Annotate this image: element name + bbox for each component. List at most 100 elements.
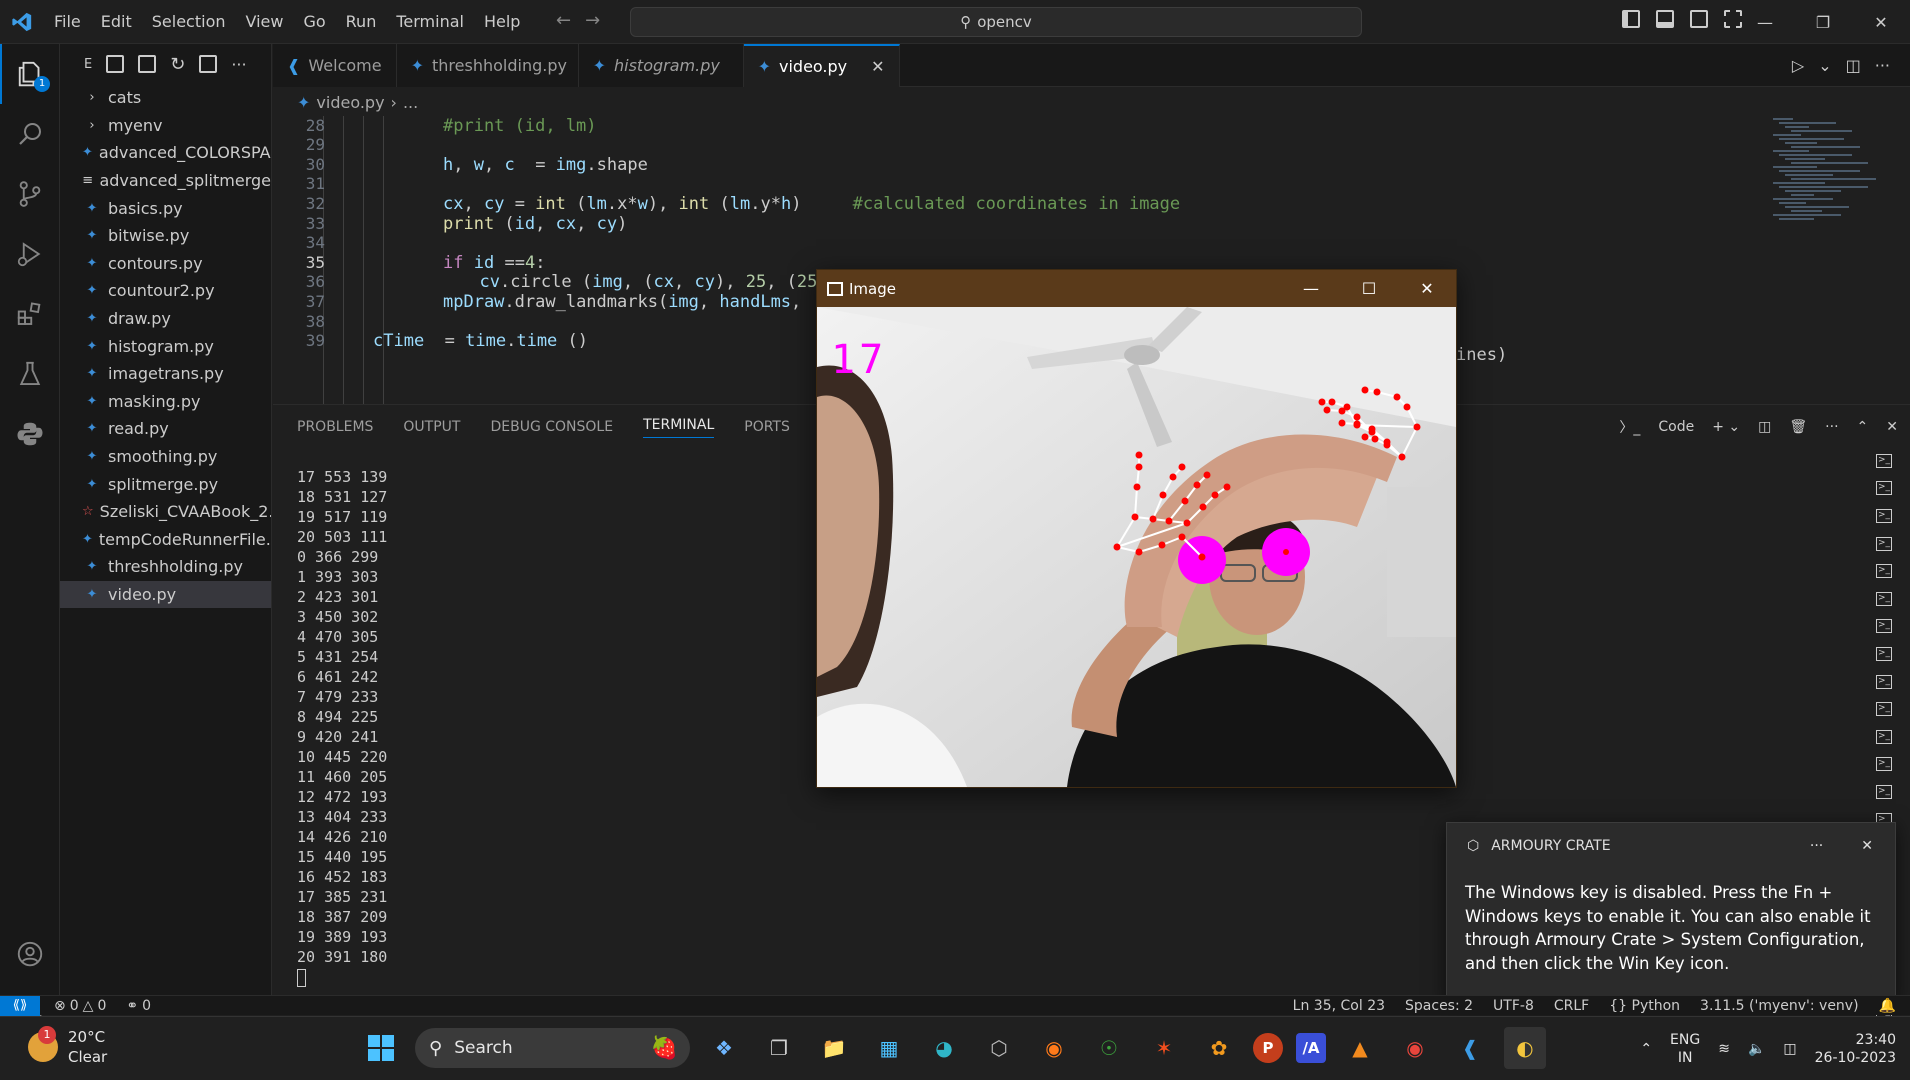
windows-start-icon[interactable] — [360, 1027, 402, 1069]
terminal-instance-icon[interactable]: >_ — [1872, 502, 1896, 530]
search-icon[interactable] — [0, 104, 60, 164]
tree-item[interactable]: ✦ smoothing.py — [60, 443, 271, 471]
tree-item[interactable]: ☆ Szeliski_CVAABook_2... — [60, 498, 271, 526]
more-actions-icon[interactable]: ··· — [231, 55, 246, 74]
trash-icon[interactable]: 🗑 — [1789, 419, 1807, 435]
panel-tab-terminal[interactable]: TERMINAL — [643, 417, 715, 438]
toggle-sidebar-icon[interactable] — [1622, 10, 1640, 28]
terminal-instance-icon[interactable]: >_ — [1872, 530, 1896, 558]
terminal-prompt[interactable] — [297, 967, 387, 987]
tree-item[interactable]: ✦ bitwise.py — [60, 222, 271, 250]
figma-icon[interactable]: ✶ — [1143, 1027, 1185, 1069]
panel-tab-ports[interactable]: PORTS — [744, 419, 790, 435]
terminal-profile-label[interactable]: Code — [1658, 419, 1694, 435]
tree-item[interactable]: ✦ imagetrans.py — [60, 360, 271, 388]
edge-browser-icon[interactable]: ◕ — [923, 1027, 965, 1069]
chevron-up-icon[interactable]: ⌃ — [1640, 1041, 1652, 1057]
ai-app-icon[interactable]: /A — [1296, 1033, 1326, 1063]
testing-flask-icon[interactable] — [0, 344, 60, 404]
vlc-icon[interactable]: ▲ — [1339, 1027, 1381, 1069]
language-mode[interactable]: {} Python — [1609, 998, 1680, 1014]
tree-item[interactable]: ✦ read.py — [60, 415, 271, 443]
end-of-line[interactable]: CRLF — [1554, 998, 1589, 1014]
file-explorer-icon[interactable]: 📁 — [813, 1027, 855, 1069]
powerpoint-icon[interactable]: P — [1253, 1033, 1283, 1063]
tree-item[interactable]: ✦ splitmerge.py — [60, 470, 271, 498]
language-indicator[interactable]: ENG IN — [1670, 1031, 1700, 1067]
close-tab-icon[interactable]: ✕ — [871, 57, 884, 76]
maximize-button[interactable]: ☐ — [1340, 270, 1398, 307]
minimize-button[interactable]: — — [1736, 0, 1794, 44]
refresh-icon[interactable]: ↻ — [170, 54, 185, 75]
terminal-instance-icon[interactable]: >_ — [1872, 723, 1896, 751]
menu-help[interactable]: Help — [474, 0, 530, 44]
cursor-position[interactable]: Ln 35, Col 23 — [1293, 998, 1385, 1014]
menu-file[interactable]: File — [44, 0, 91, 44]
command-center-search[interactable]: ⚲ opencv — [630, 7, 1362, 37]
tree-item[interactable]: ✦ threshholding.py — [60, 553, 271, 581]
collapse-all-icon[interactable] — [199, 55, 218, 73]
python-interpreter[interactable]: 3.11.5 ('myenv': venv) — [1700, 998, 1859, 1014]
indentation[interactable]: Spaces: 2 — [1405, 998, 1473, 1014]
terminal-instance-icon[interactable]: >_ — [1872, 475, 1896, 503]
terminal-instance-icon[interactable]: >_ — [1872, 557, 1896, 585]
menu-selection[interactable]: Selection — [142, 0, 236, 44]
tab-welcome[interactable]: ❰ Welcome — [273, 44, 397, 87]
microsoft-store-icon[interactable]: ▦ — [868, 1027, 910, 1069]
maximize-panel-icon[interactable]: ⌃ — [1857, 419, 1869, 435]
split-editor-icon[interactable]: ◫ — [1846, 56, 1861, 75]
terminal-instance-icon[interactable]: >_ — [1872, 695, 1896, 723]
new-folder-icon[interactable] — [138, 55, 157, 73]
tab-video[interactable]: ✦ video.py ✕ — [743, 44, 900, 87]
more-actions-icon[interactable]: ··· — [1875, 56, 1890, 75]
new-terminal-icon[interactable]: + ⌄ — [1712, 419, 1740, 435]
panel-tab-output[interactable]: OUTPUT — [403, 419, 460, 435]
terminal-instance-icon[interactable]: >_ — [1872, 613, 1896, 641]
breadcrumb-symbol[interactable]: ... — [403, 93, 418, 112]
terminal-instance-icon[interactable]: >_ — [1872, 668, 1896, 696]
terminal-output[interactable]: 17 553 139 18 531 127 19 517 119 20 503 111… — [297, 467, 387, 987]
remote-indicator-icon[interactable]: ⟪⟫ — [0, 995, 40, 1016]
menu-view[interactable]: View — [236, 0, 294, 44]
tree-item[interactable]: ✦ basics.py — [60, 194, 271, 222]
armoury-crate-notification[interactable]: ⬡ ARMOURY CRATE ··· ✕ The Windows key is… — [1446, 822, 1896, 1003]
restore-button[interactable]: ❐ — [1794, 0, 1852, 44]
xbox-icon[interactable]: ☉ — [1088, 1027, 1130, 1069]
python-taskbar-icon[interactable]: ◐ — [1504, 1027, 1546, 1069]
terminal-instance-icon[interactable]: >_ — [1872, 640, 1896, 668]
copilot-icon[interactable]: ❖ — [703, 1027, 745, 1069]
tree-item[interactable]: ✦ tempCodeRunnerFile.... — [60, 526, 271, 554]
minimap[interactable] — [1773, 116, 1876, 404]
close-panel-icon[interactable]: ✕ — [1886, 419, 1898, 435]
explorer-icon[interactable]: 1 — [0, 44, 60, 104]
vscode-taskbar-icon[interactable]: ❰ — [1449, 1027, 1491, 1069]
python-icon[interactable] — [0, 404, 60, 464]
battery-icon[interactable]: ◫ — [1783, 1041, 1796, 1057]
terminal-instance-icon[interactable]: >_ — [1872, 751, 1896, 779]
tab-threshholding[interactable]: ✦ threshholding.py — [396, 44, 579, 87]
taskbar-search[interactable]: ⚲ Search 🍓 — [415, 1028, 690, 1068]
problems-indicator[interactable]: ⊗ 0 △ 0 — [54, 998, 106, 1014]
panel-tab-problems[interactable]: PROBLEMS — [297, 419, 373, 435]
panel-tab-debug-console[interactable]: DEBUG CONSOLE — [490, 419, 613, 435]
encoding[interactable]: UTF-8 — [1493, 998, 1534, 1014]
back-arrow-icon[interactable]: ← — [556, 10, 585, 31]
toggle-panel-icon[interactable] — [1656, 10, 1674, 28]
more-actions-icon[interactable]: ··· — [1825, 419, 1838, 435]
terminal-instance-icon[interactable]: >_ — [1872, 585, 1896, 613]
tree-item[interactable]: ✦ draw.py — [60, 305, 271, 333]
tree-item[interactable]: ✦ video.py — [60, 580, 271, 609]
forward-arrow-icon[interactable]: → — [585, 10, 614, 31]
volume-icon[interactable]: 🔈 — [1748, 1041, 1765, 1057]
new-file-icon[interactable] — [106, 55, 125, 73]
tree-item[interactable]: ✦ masking.py — [60, 388, 271, 416]
extensions-icon[interactable] — [0, 284, 60, 344]
tree-item[interactable]: ✦ contours.py — [60, 250, 271, 278]
wifi-icon[interactable]: ≋ — [1718, 1041, 1730, 1057]
notification-close-icon[interactable]: ✕ — [1861, 838, 1873, 854]
breadcrumb-file[interactable]: video.py — [316, 93, 384, 112]
weather-widget[interactable]: 1 20°C Clear — [28, 1026, 107, 1067]
close-window-button[interactable]: ✕ — [1398, 270, 1456, 307]
source-control-icon[interactable] — [0, 164, 60, 224]
close-window-button[interactable]: ✕ — [1852, 0, 1910, 44]
